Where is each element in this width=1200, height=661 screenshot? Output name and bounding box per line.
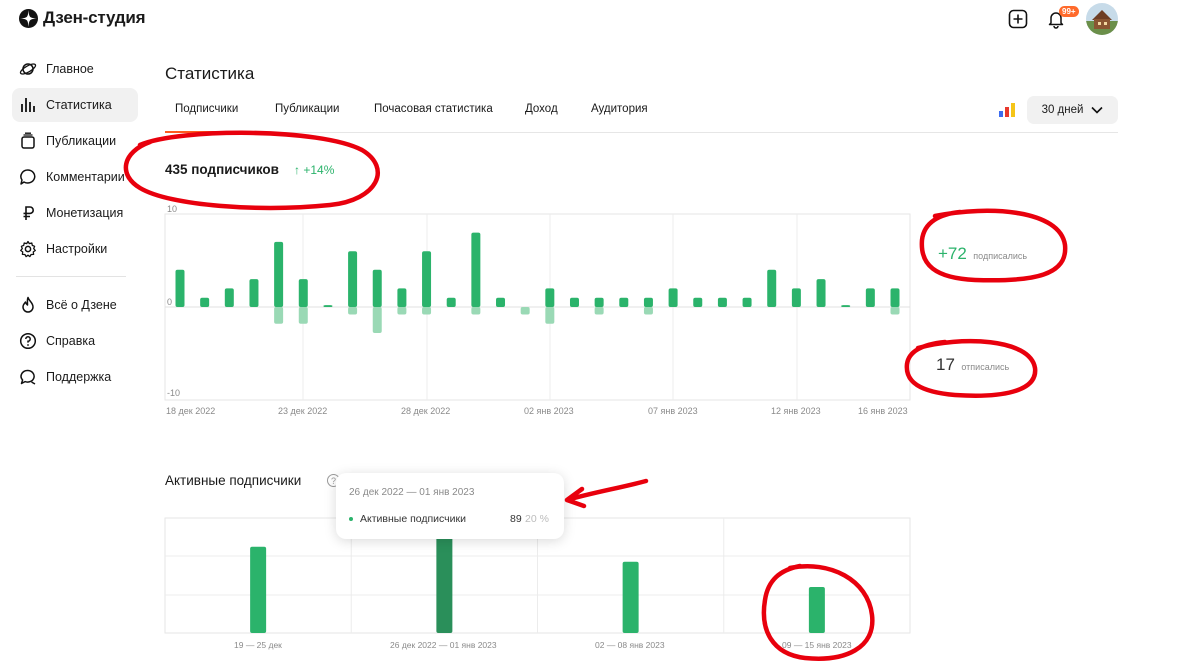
annotation-circle xyxy=(919,208,1068,283)
annotation-arrow xyxy=(564,478,649,509)
annotation-circle xyxy=(761,563,875,661)
annotation-circle xyxy=(904,338,1038,398)
annotation-circle xyxy=(123,130,380,211)
annotations-layer xyxy=(123,130,1068,661)
